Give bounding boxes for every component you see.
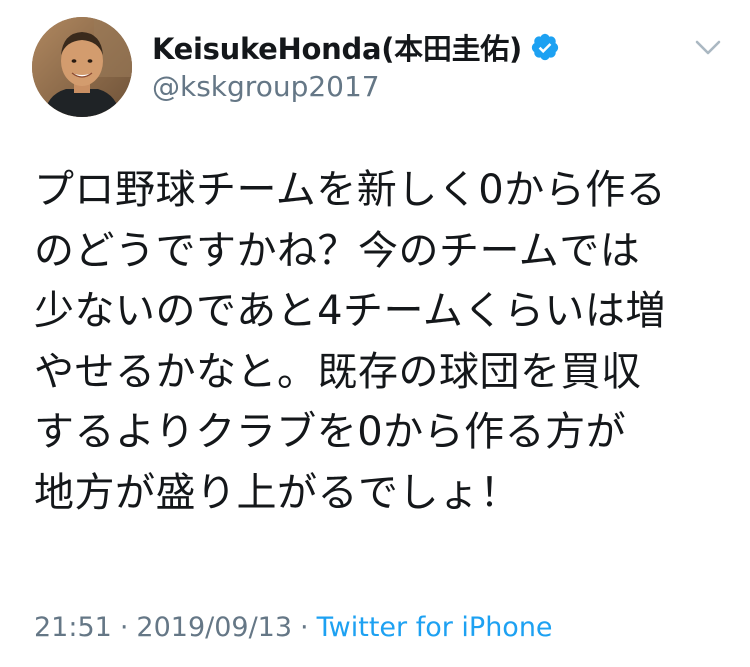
- author-handle[interactable]: @kskgroup2017: [152, 70, 380, 103]
- avatar[interactable]: [32, 17, 132, 117]
- tweet-time: 21:51: [34, 611, 112, 643]
- tweet-text-line: 地方が盛り上がるでしょ！: [34, 469, 520, 516]
- author-display-name[interactable]: KeisukeHonda(本田圭佑): [152, 26, 522, 68]
- author-name-row: KeisukeHonda(本田圭佑): [152, 28, 560, 66]
- meta-separator: ·: [119, 611, 129, 643]
- tweet-text-line: 少ないのであと4チームくらいは増: [34, 288, 666, 334]
- tweet-text-line: するよりクラブを0から作る方が: [34, 409, 627, 455]
- avatar-image: [32, 17, 132, 117]
- tweet-text-line: やせるかなと。既存の球団を買収: [34, 348, 642, 395]
- tweet-card: KeisukeHonda(本田圭佑) @kskgroup2017 プロ野球チーム…: [0, 0, 750, 667]
- tweet-text: プロ野球チームを新しく0から作る のどうですかね？今のチームでは 少ないのであと…: [34, 160, 734, 523]
- tweet-text-line: プロ野球チームを新しく0から作る: [34, 167, 667, 213]
- verified-badge-icon: [530, 32, 560, 62]
- tweet-text-line: のどうですかね？今のチームでは: [34, 227, 641, 274]
- tweet-meta: 21:51 · 2019/09/13 · Twitter for iPhone: [34, 608, 553, 646]
- meta-separator: ·: [300, 611, 309, 643]
- chevron-down-icon[interactable]: [688, 32, 728, 64]
- tweet-source-link[interactable]: Twitter for iPhone: [317, 612, 553, 643]
- tweet-date: 2019/09/13: [136, 611, 293, 643]
